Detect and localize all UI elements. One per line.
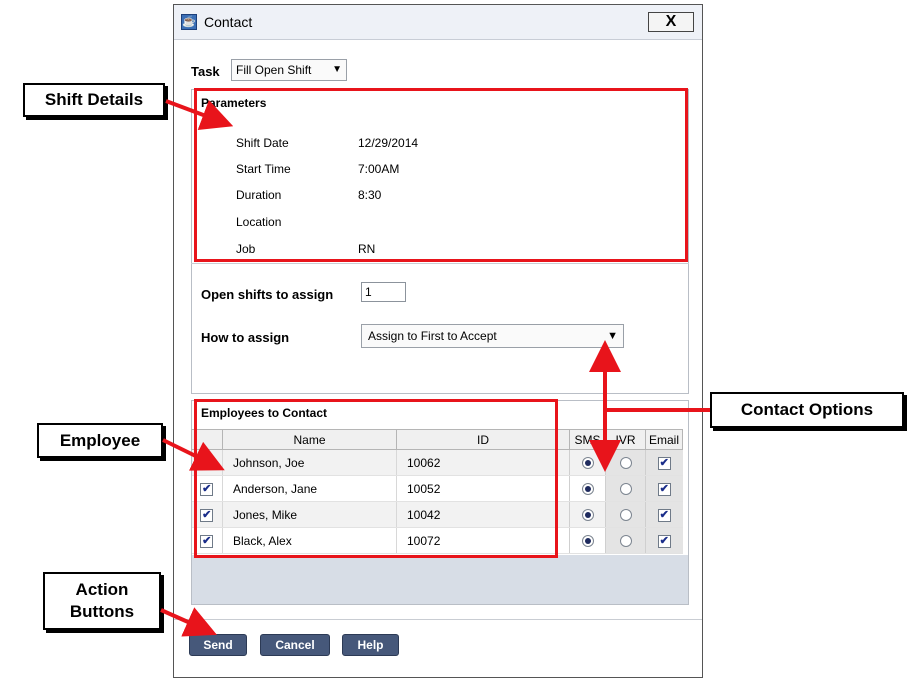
employee-arrow	[162, 438, 225, 471]
action-buttons-arrow	[160, 607, 217, 637]
annotation-arrows	[160, 99, 710, 637]
shift-details-arrow	[165, 99, 234, 130]
